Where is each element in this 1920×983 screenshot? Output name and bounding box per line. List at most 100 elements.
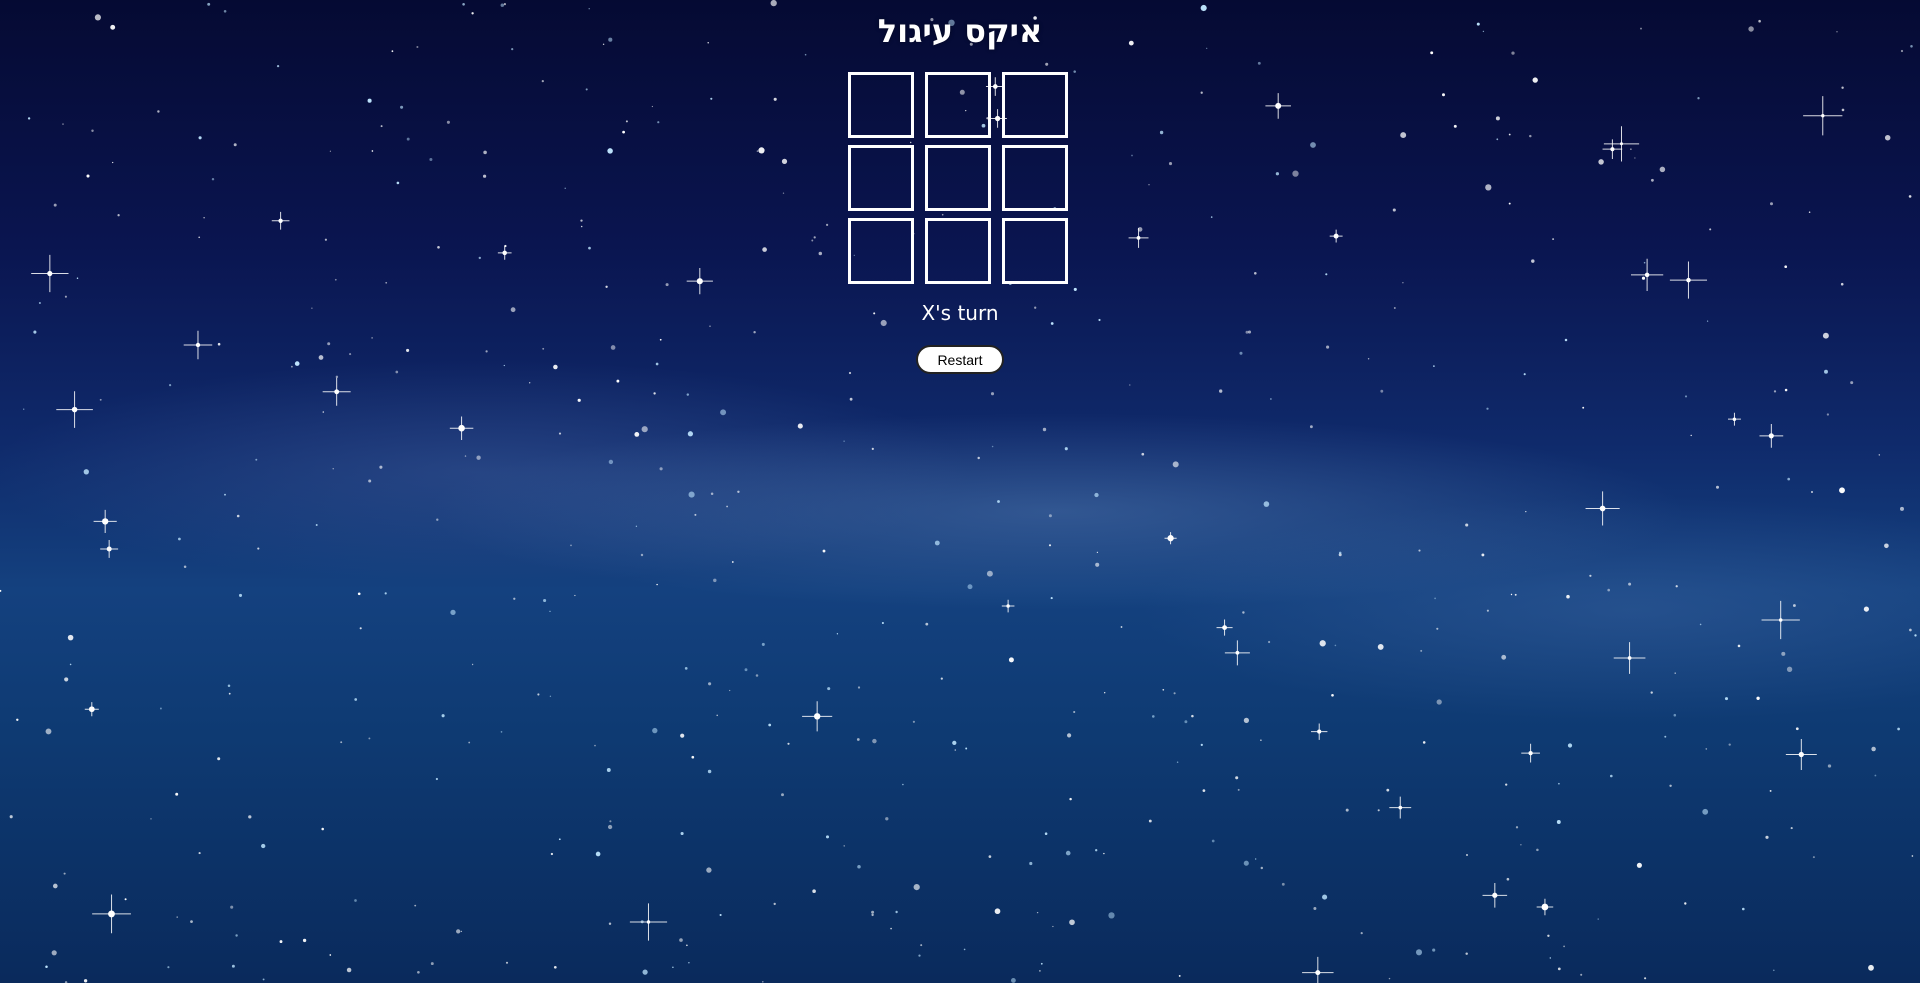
star: [1715, 485, 1720, 489]
star: [483, 150, 487, 155]
board-cell-1[interactable]: [848, 72, 914, 138]
star: [367, 98, 372, 103]
star: [843, 440, 845, 442]
star: [1664, 735, 1667, 738]
star: [1392, 208, 1396, 212]
star: [1908, 195, 1912, 198]
board-cell-7[interactable]: [848, 218, 914, 284]
star: [1453, 124, 1457, 128]
restart-button[interactable]: Restart: [916, 345, 1004, 374]
star: [1260, 866, 1264, 870]
sparkle-star: [1001, 599, 1015, 613]
star: [1514, 593, 1517, 596]
star: [159, 707, 162, 710]
star: [1200, 91, 1203, 94]
star: [76, 277, 79, 279]
star: [529, 382, 531, 384]
star: [63, 872, 66, 875]
star: [708, 682, 712, 686]
star: [1260, 739, 1262, 741]
star: [318, 355, 324, 360]
board-cell-9[interactable]: [1002, 218, 1068, 284]
star: [1485, 184, 1492, 191]
star: [322, 411, 325, 413]
star: [1247, 330, 1252, 334]
star: [1826, 413, 1830, 416]
board-cell-2[interactable]: [925, 72, 991, 138]
star: [857, 865, 861, 869]
star: [1505, 783, 1508, 786]
board-cell-5[interactable]: [925, 145, 991, 211]
star: [294, 361, 300, 366]
star: [1073, 70, 1076, 73]
sparkle-star: [92, 894, 131, 934]
star: [1669, 784, 1672, 788]
sparkle-star: [686, 268, 713, 295]
sparkle-star: [1630, 258, 1664, 292]
star: [570, 544, 572, 547]
star: [1709, 228, 1712, 231]
star: [1549, 957, 1552, 959]
star: [1281, 882, 1285, 886]
star: [595, 851, 601, 857]
star: [1597, 918, 1599, 920]
board-cell-6[interactable]: [1002, 145, 1068, 211]
star: [656, 583, 658, 586]
star: [1641, 276, 1646, 280]
star: [954, 749, 957, 751]
sparkle-star: [1164, 532, 1177, 545]
star: [1388, 977, 1391, 980]
star: [761, 642, 765, 646]
star: [1120, 626, 1123, 628]
star: [248, 815, 252, 819]
star: [997, 500, 1000, 503]
star: [836, 633, 839, 635]
star: [1162, 688, 1165, 691]
star: [1508, 202, 1511, 205]
star: [1914, 634, 1917, 637]
star: [476, 455, 481, 460]
star: [1172, 461, 1179, 468]
star: [257, 547, 260, 550]
sparkle-star: [1785, 739, 1817, 770]
star: [977, 456, 980, 460]
star: [1466, 854, 1468, 856]
board-cell-3[interactable]: [1002, 72, 1068, 138]
star: [1634, 157, 1636, 159]
star: [503, 364, 505, 367]
star: [1547, 934, 1550, 937]
star: [238, 593, 243, 597]
board-cell-8[interactable]: [925, 218, 991, 284]
star: [1756, 696, 1760, 700]
star: [1496, 138, 1499, 141]
star: [500, 3, 505, 7]
star: [1827, 764, 1832, 768]
star: [1433, 365, 1435, 367]
star: [640, 553, 644, 557]
star: [1415, 949, 1423, 956]
star: [1772, 969, 1775, 972]
star: [1556, 820, 1561, 824]
star: [478, 256, 481, 260]
star: [1510, 593, 1513, 596]
star: [634, 431, 640, 437]
star: [406, 137, 410, 141]
star: [1386, 788, 1390, 792]
star: [811, 239, 814, 242]
star: [1131, 154, 1133, 157]
star: [1152, 715, 1155, 718]
star: [773, 902, 776, 906]
star: [1255, 858, 1257, 860]
star: [169, 384, 172, 387]
star: [334, 278, 337, 281]
star: [625, 120, 628, 123]
star: [963, 948, 966, 951]
star: [1345, 808, 1349, 812]
star: [175, 792, 179, 796]
star: [384, 592, 387, 595]
board-cell-4[interactable]: [848, 145, 914, 211]
star: [913, 884, 920, 891]
star: [235, 934, 238, 937]
star: [441, 714, 445, 718]
star: [672, 966, 674, 969]
